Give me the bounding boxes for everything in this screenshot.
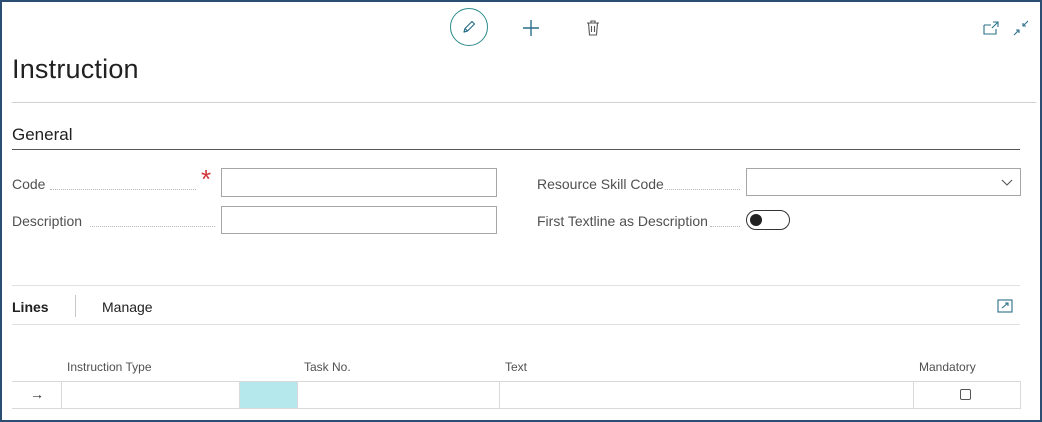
first-textline-label: First Textline as Description (537, 213, 708, 229)
cell-divider (239, 381, 240, 409)
collapse-button[interactable] (1012, 20, 1030, 36)
code-label: Code (12, 176, 46, 192)
code-leader-dots (50, 189, 196, 190)
table-row[interactable] (12, 381, 1020, 409)
cell-divider (499, 381, 500, 409)
section-divider (12, 149, 1020, 150)
tab-lines[interactable]: Lines (12, 299, 49, 315)
header-divider (12, 102, 1036, 103)
description-label: Description (12, 213, 83, 229)
column-header-instruction-type[interactable]: Instruction Type (67, 360, 152, 374)
first-textline-leader-dots (710, 226, 740, 227)
edit-button[interactable] (450, 8, 488, 46)
column-header-text[interactable]: Text (505, 360, 527, 374)
tab-separator (75, 295, 76, 317)
resource-skill-code-label: Resource Skill Code (537, 176, 664, 192)
description-leader-dots (90, 226, 215, 227)
cell-divider (913, 381, 914, 409)
description-input[interactable] (221, 206, 497, 234)
expand-lines-button[interactable] (996, 297, 1014, 315)
resource-skill-code-select[interactable] (746, 168, 1021, 196)
cell-divider (61, 381, 62, 409)
lines-top-divider (12, 285, 1020, 286)
expand-icon (997, 299, 1013, 313)
tab-manage[interactable]: Manage (102, 299, 153, 315)
lines-header-divider (12, 324, 1020, 325)
page-frame (0, 0, 1042, 422)
page-title: Instruction (12, 54, 139, 84)
pencil-icon (463, 20, 476, 33)
open-in-new-window-icon (983, 21, 999, 35)
mandatory-checkbox[interactable] (960, 389, 971, 400)
collapse-icon (1013, 20, 1029, 36)
toggle-knob (750, 214, 762, 226)
new-button[interactable] (520, 17, 542, 39)
cell-divider (1020, 381, 1021, 409)
chevron-down-icon (1001, 179, 1013, 186)
required-asterisk: * (201, 164, 212, 194)
section-title-general[interactable]: General (12, 125, 72, 145)
cell-divider (297, 381, 298, 409)
column-header-task-no[interactable]: Task No. (304, 360, 351, 374)
code-input[interactable] (221, 168, 497, 197)
selected-cell[interactable] (240, 382, 297, 408)
row-marker-arrow-icon: → (30, 386, 44, 402)
trash-icon (587, 20, 599, 36)
first-textline-toggle[interactable] (746, 210, 790, 230)
open-in-new-window-button[interactable] (982, 20, 1000, 36)
resource-skill-leader-dots (665, 189, 740, 190)
plus-icon (523, 20, 539, 36)
column-header-mandatory[interactable]: Mandatory (919, 360, 976, 374)
delete-button[interactable] (583, 17, 603, 39)
